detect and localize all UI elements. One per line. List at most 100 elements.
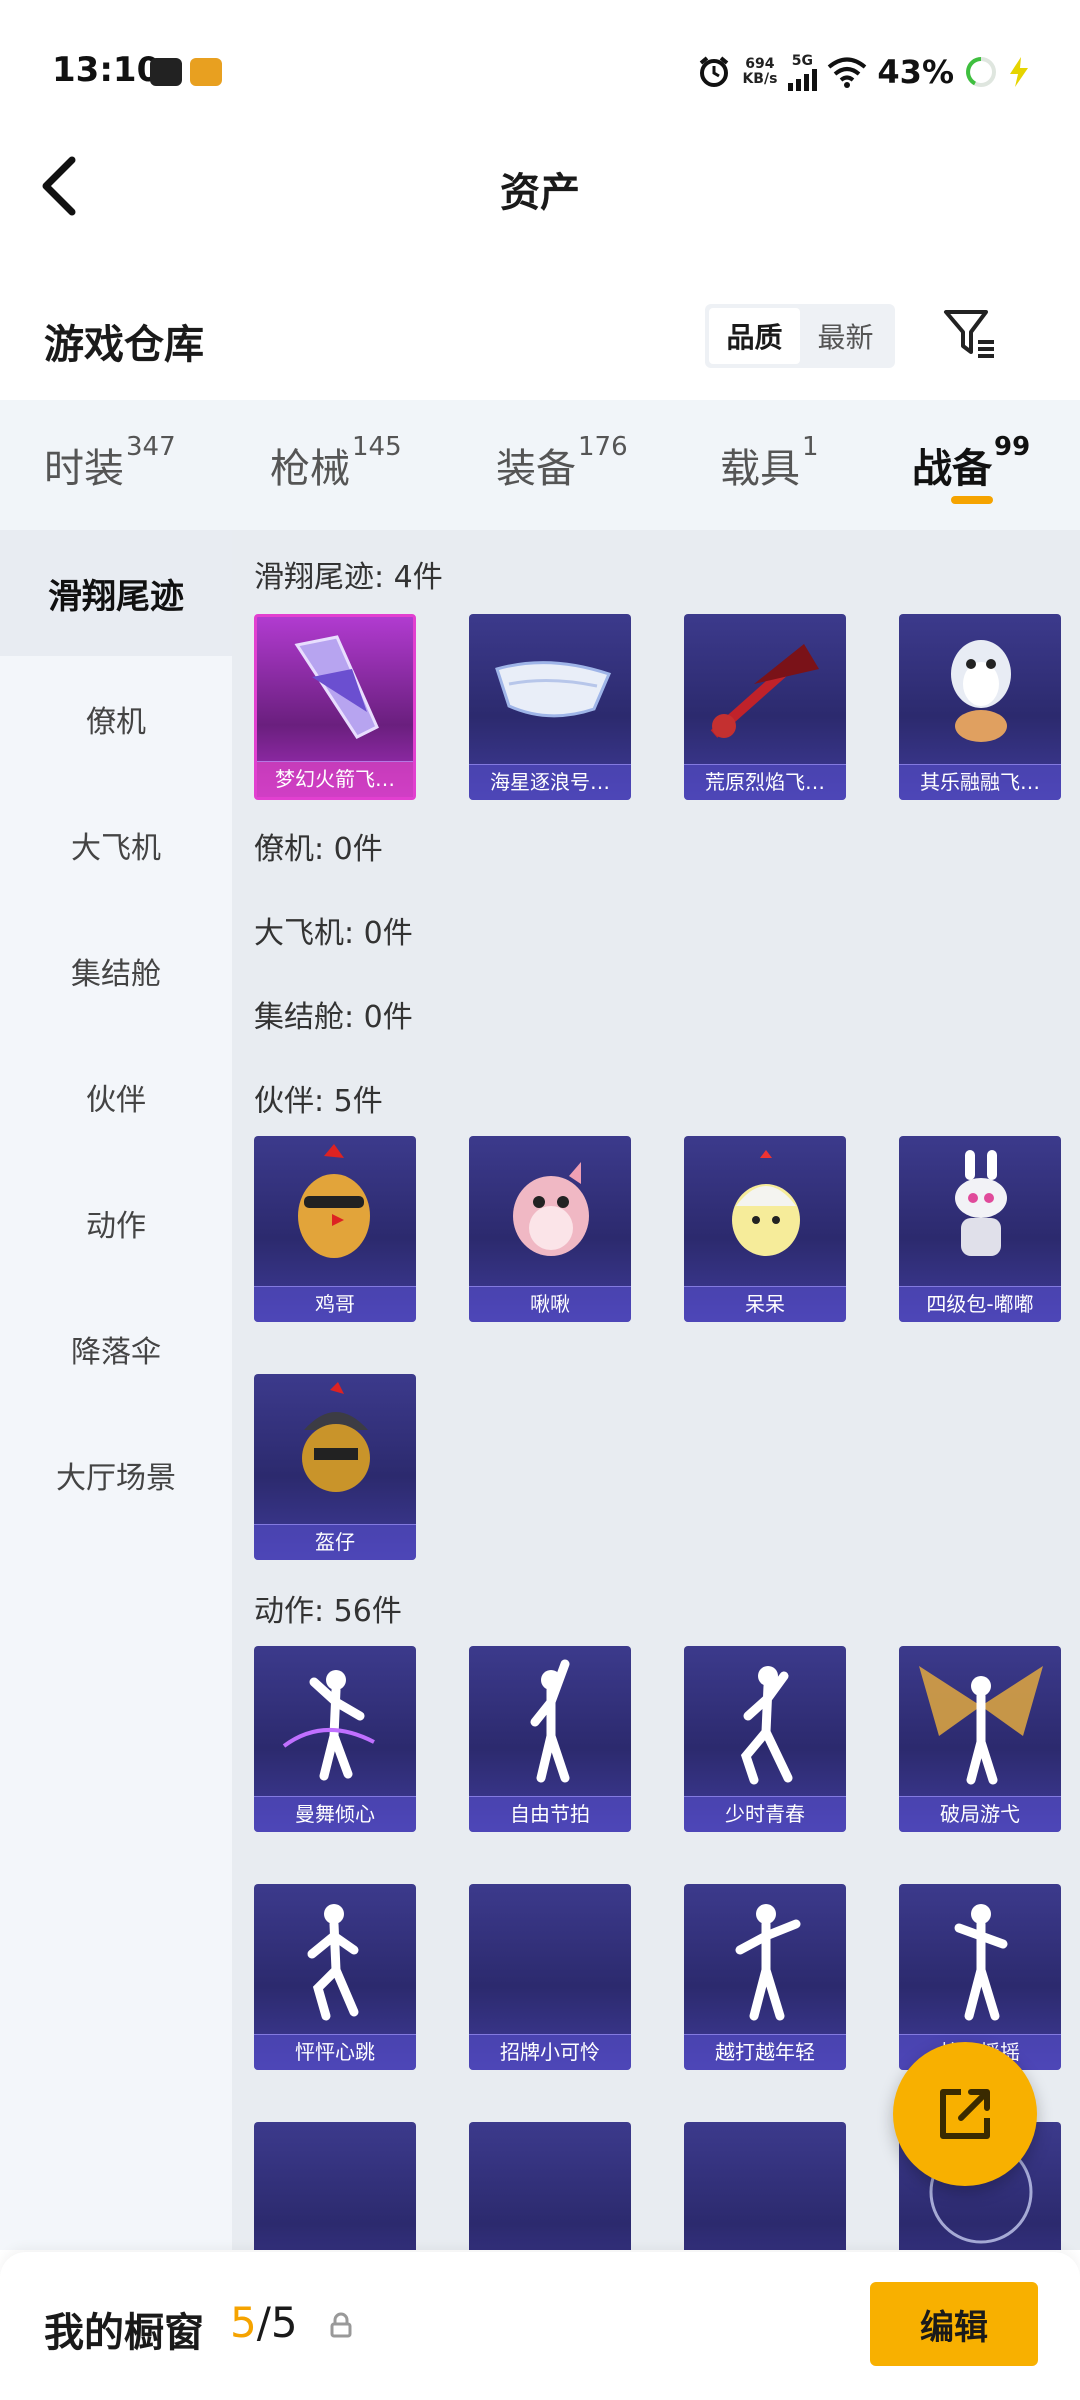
- dancer-emote-art: [740, 1666, 793, 1785]
- tab-vehicles[interactable]: 载具1: [720, 432, 819, 494]
- item-card[interactable]: 拉伍摇摇: [899, 1884, 1061, 2070]
- sidebar-item-glide-trail[interactable]: 滑翔尾迹: [0, 530, 232, 656]
- section-title: 伙伴: 5件: [254, 1084, 383, 1119]
- item-card[interactable]: 海星逐浪号…: [469, 614, 631, 800]
- item-name: 越打越年轻: [684, 2034, 846, 2070]
- winged-dancer-emote-art: [919, 1666, 1043, 1785]
- item-card[interactable]: 盔仔: [254, 1374, 416, 1560]
- sidebar-item-emote[interactable]: 动作: [0, 1160, 232, 1286]
- boat-trail-art: [495, 661, 612, 718]
- app-notification-icon: [150, 58, 182, 86]
- filter-icon: [944, 310, 994, 358]
- item-card[interactable]: [469, 2122, 631, 2250]
- item-card[interactable]: 啾啾: [469, 1136, 631, 1322]
- active-tab-indicator: [951, 496, 993, 504]
- tab-battle-prep[interactable]: 战备99: [912, 432, 1030, 494]
- dancer-emote-art: [307, 1904, 359, 2021]
- dancer-emote-art: [954, 1904, 1008, 2021]
- sidebar: 滑翔尾迹 僚机 大飞机 集结舱 伙伴 动作 降落伞 大厅场景: [0, 530, 232, 2250]
- item-card[interactable]: 怦怦心跳: [254, 1884, 416, 2070]
- sidebar-item-wingman[interactable]: 僚机: [0, 656, 232, 782]
- tab-equipment[interactable]: 装备176: [496, 432, 628, 494]
- item-card[interactable]: 其乐融融飞…: [899, 614, 1061, 800]
- edit-button[interactable]: 编辑: [870, 2282, 1038, 2366]
- item-name: 曼舞倾心: [254, 1796, 416, 1832]
- showcase-bar: 我的橱窗 5/5 编辑: [0, 2252, 1080, 2400]
- item-name: 少时青春: [684, 1796, 846, 1832]
- item-name: 啾啾: [469, 1286, 631, 1322]
- network-speed: 694 KB/s: [742, 56, 778, 87]
- sidebar-item-parachute[interactable]: 降落伞: [0, 1286, 232, 1412]
- warehouse-title: 游戏仓库: [44, 322, 204, 368]
- item-name: 自由节拍: [469, 1796, 631, 1832]
- battery-ring-icon: [966, 57, 996, 87]
- item-card[interactable]: 四级包-嘟嘟: [899, 1136, 1061, 1322]
- status-time: 13:10: [52, 50, 161, 90]
- section-title: 滑翔尾迹: 4件: [254, 560, 443, 595]
- rocket-trail-art: [294, 635, 379, 739]
- cellular-signal: 5G: [787, 53, 818, 91]
- item-name: 呆呆: [684, 1286, 846, 1322]
- item-name: 海星逐浪号…: [469, 764, 631, 800]
- item-name: 破局游弋: [899, 1796, 1061, 1832]
- signal-icon: [788, 68, 818, 91]
- item-card[interactable]: 越打越年轻: [684, 1884, 846, 2070]
- item-card[interactable]: 梦幻火箭飞…: [254, 614, 416, 800]
- sidebar-item-lobby-scene[interactable]: 大厅场景: [0, 1412, 232, 1538]
- item-name: 荒原烈焰飞…: [684, 764, 846, 800]
- item-name: 其乐融融飞…: [899, 764, 1061, 800]
- tab-fashion[interactable]: 时装347: [44, 432, 176, 494]
- wifi-icon: [828, 57, 867, 88]
- item-card[interactable]: 少时青春: [684, 1646, 846, 1832]
- pink-bird-companion-art: [513, 1162, 589, 1256]
- section-title: 集结舱: 0件: [254, 1000, 413, 1035]
- item-card[interactable]: 荒原烈焰飞…: [684, 614, 846, 800]
- helmet-chicken-companion-art: [302, 1382, 370, 1492]
- flame-trail-art: [710, 644, 819, 738]
- charging-icon: [1010, 57, 1028, 87]
- item-card[interactable]: 曼舞倾心: [254, 1646, 416, 1832]
- penguin-trail-art: [951, 640, 1011, 742]
- item-card[interactable]: 破局游弋: [899, 1646, 1061, 1832]
- item-grid-panel: 滑翔尾迹: 4件 梦幻火箭飞… 海星逐浪号… 荒原烈焰飞… 其乐融融飞… 僚机:…: [232, 530, 1080, 2250]
- filter-button[interactable]: [940, 304, 1000, 364]
- dancer-emote-art: [530, 1659, 570, 1783]
- sidebar-item-companion[interactable]: 伙伴: [0, 1034, 232, 1160]
- item-card[interactable]: 自由节拍: [469, 1646, 631, 1832]
- item-card[interactable]: [254, 2122, 416, 2250]
- app-notification-icon: [190, 58, 222, 86]
- item-name: 四级包-嘟嘟: [899, 1286, 1061, 1322]
- status-bar: 13:10 694 KB/s 5G 43%: [0, 0, 1080, 140]
- item-name: 梦幻火箭飞…: [257, 761, 413, 797]
- item-name: 盔仔: [254, 1524, 416, 1560]
- sort-quality-option[interactable]: 品质: [709, 308, 800, 364]
- category-tabs: 时装347 枪械145 装备176 载具1 战备99: [0, 400, 1080, 530]
- item-card[interactable]: 招牌小可怜: [469, 1884, 631, 2070]
- item-name: 怦怦心跳: [254, 2034, 416, 2070]
- item-card[interactable]: [684, 2122, 846, 2250]
- battery-percent: 43%: [877, 53, 954, 91]
- warehouse-row: 游戏仓库 品质 最新: [0, 300, 1080, 380]
- item-name: 鸡哥: [254, 1286, 416, 1322]
- tab-weapons[interactable]: 枪械145: [270, 432, 402, 494]
- item-card[interactable]: 呆呆: [684, 1136, 846, 1322]
- page-title: 资产: [500, 170, 580, 216]
- status-indicators: 694 KB/s 5G 43%: [696, 50, 1030, 94]
- sort-newest-option[interactable]: 最新: [800, 308, 891, 364]
- showcase-count: 5/5: [230, 2298, 298, 2347]
- share-external-icon: [940, 2089, 990, 2139]
- chicken-companion-art: [298, 1144, 370, 1258]
- robot-bunny-companion-art: [955, 1150, 1007, 1256]
- item-card[interactable]: 鸡哥: [254, 1136, 416, 1322]
- dancer-emote-art: [735, 1904, 801, 2021]
- chick-companion-art: [732, 1150, 800, 1256]
- share-button[interactable]: [893, 2042, 1037, 2186]
- showcase-title: 我的橱窗: [44, 2310, 204, 2356]
- section-title: 动作: 56件: [254, 1594, 402, 1629]
- header: 资产: [0, 140, 1080, 230]
- section-title: 大飞机: 0件: [254, 916, 413, 951]
- sidebar-item-assembly-pod[interactable]: 集结舱: [0, 908, 232, 1034]
- sidebar-item-big-plane[interactable]: 大飞机: [0, 782, 232, 908]
- sort-toggle: 品质 最新: [705, 304, 895, 368]
- item-name: 招牌小可怜: [469, 2034, 631, 2070]
